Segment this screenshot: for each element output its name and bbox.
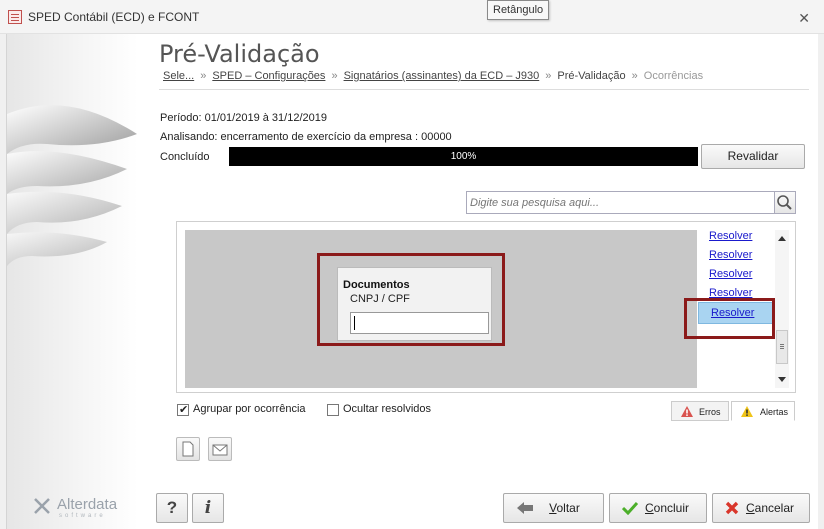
- cancel-button[interactable]: Cancelar: [712, 493, 810, 523]
- search-button[interactable]: [774, 191, 796, 214]
- analyzing-text: Analisando: encerramento de exercício da…: [160, 131, 452, 143]
- breadcrumb-item-select[interactable]: Sele...: [163, 70, 194, 82]
- info-button[interactable]: i: [192, 493, 224, 523]
- breadcrumb-item-ocorrencias: Ocorrências: [643, 70, 704, 82]
- page-title: Pré-Validação: [159, 40, 320, 68]
- scroll-thumb[interactable]: [776, 330, 788, 364]
- arrow-left-icon: [517, 502, 533, 514]
- brand-tagline: software: [59, 513, 106, 519]
- tooltip: Retângulo: [487, 0, 550, 20]
- checkmark-icon: ✔: [179, 404, 189, 416]
- cancel-icon: [725, 501, 739, 515]
- side-panel: Alterdata software: [6, 34, 138, 529]
- breadcrumb-separator: »: [545, 70, 552, 82]
- divider: [159, 89, 809, 90]
- hide-resolved-checkbox[interactable]: [327, 404, 339, 416]
- resolve-link[interactable]: Resolver: [709, 249, 771, 268]
- finish-button[interactable]: Concluir: [609, 493, 707, 523]
- warning-icon: [741, 406, 753, 417]
- tab-alerts-label: Alertas: [760, 407, 789, 417]
- close-icon[interactable]: ✕: [798, 10, 810, 27]
- checkmark-icon: [622, 501, 638, 515]
- period-text: Período: 01/01/2019 à 31/12/2019: [160, 112, 327, 124]
- back-button[interactable]: Voltar: [503, 493, 604, 523]
- email-button[interactable]: [208, 437, 232, 461]
- occurrences-panel: Documentos CNPJ / CPF Resolver Resolver …: [176, 221, 796, 393]
- back-button-label: oltar: [556, 501, 580, 515]
- breadcrumb-separator: »: [331, 70, 338, 82]
- highlight-rectangle: [684, 298, 775, 339]
- document-icon: [182, 441, 194, 457]
- window-title: SPED Contábil (ECD) e FCONT: [28, 10, 200, 24]
- grip-icon: [780, 344, 784, 345]
- hide-resolved-label: Ocultar resolvidos: [343, 403, 432, 415]
- error-icon: [681, 406, 693, 417]
- group-by-label: Agrupar por ocorrência: [193, 403, 306, 415]
- back-button-accel: V: [549, 501, 557, 515]
- progress-label: Concluído: [160, 151, 210, 163]
- resolve-links: Resolver Resolver Resolver Resolver: [709, 230, 771, 306]
- tab-alerts[interactable]: Alertas: [731, 401, 795, 421]
- progress-bar: 100%: [229, 147, 698, 166]
- cancel-button-label: ancelar: [754, 501, 795, 515]
- scroll-down-icon[interactable]: [778, 377, 786, 382]
- decorative-graphic: [7, 105, 137, 266]
- window-titlebar: SPED Contábil (ECD) e FCONT ✕: [0, 0, 824, 34]
- group-by-checkbox[interactable]: ✔: [177, 404, 189, 416]
- vertical-scrollbar[interactable]: [775, 230, 789, 388]
- brand-name: Alterdata: [57, 496, 118, 513]
- alterdata-logo-icon: [34, 498, 50, 514]
- highlight-rectangle: [317, 253, 505, 346]
- breadcrumb-separator: »: [200, 70, 207, 82]
- resolve-link[interactable]: Resolver: [709, 268, 771, 287]
- occurrences-detail: Documentos CNPJ / CPF: [185, 230, 697, 388]
- cancel-button-accel: C: [745, 501, 755, 515]
- finish-button-accel: C: [644, 501, 654, 515]
- tab-errors[interactable]: Erros: [671, 401, 729, 421]
- document-button[interactable]: [176, 437, 200, 461]
- search-icon: [777, 195, 792, 210]
- resolve-link[interactable]: Resolver: [709, 230, 771, 249]
- spreadsheet-icon: [8, 10, 22, 24]
- breadcrumb-item-pre-validacao: Pré-Validação: [557, 70, 626, 82]
- breadcrumb-separator: »: [631, 70, 638, 82]
- revalidate-button[interactable]: Revalidar: [701, 144, 805, 169]
- search-input[interactable]: [466, 191, 775, 214]
- scroll-up-icon[interactable]: [778, 236, 786, 241]
- email-icon: [212, 444, 228, 456]
- breadcrumb-item-sped-config[interactable]: SPED – Configurações: [212, 70, 325, 82]
- help-button[interactable]: ?: [156, 493, 188, 523]
- breadcrumb-item-signatarios[interactable]: Signatários (assinantes) da ECD – J930: [344, 70, 540, 82]
- tab-errors-label: Erros: [699, 407, 721, 417]
- finish-button-label: oncluir: [653, 501, 690, 515]
- main-content: Pré-Validação Sele... » SPED – Configuraçõ…: [138, 34, 818, 529]
- breadcrumb: Sele... » SPED – Configurações » Signatários…: [163, 70, 703, 82]
